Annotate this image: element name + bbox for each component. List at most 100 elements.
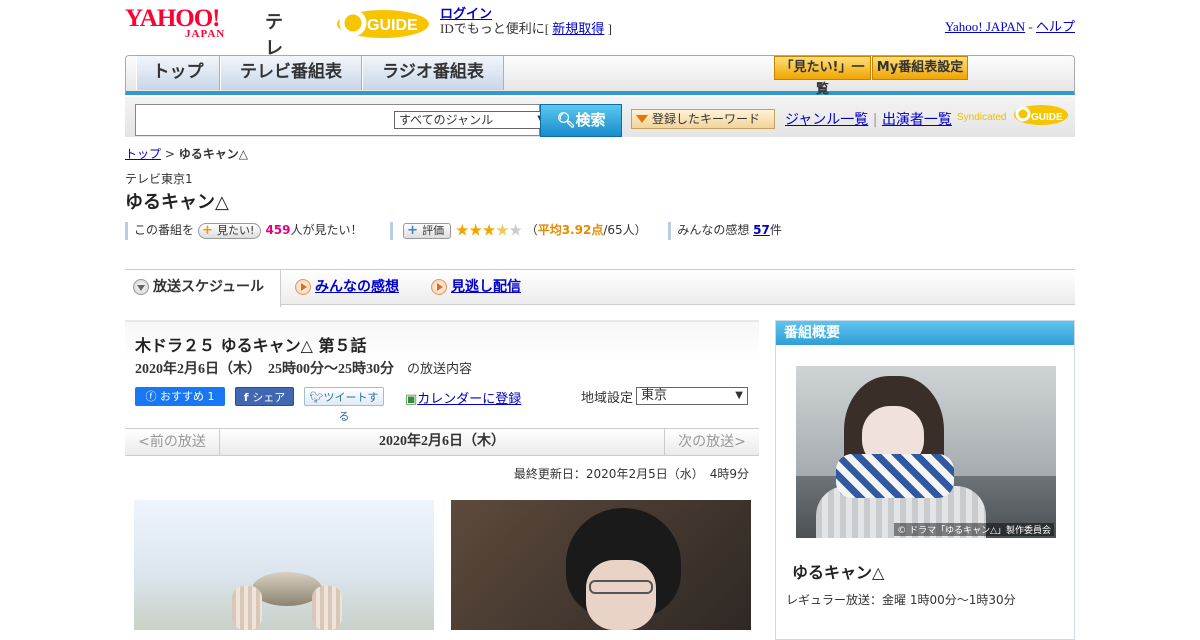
current-broadcast-date: 2020年2月6日（木） bbox=[379, 434, 505, 449]
page-title: ゆるキャン△ bbox=[125, 192, 229, 213]
want-button[interactable]: + 見たい! bbox=[198, 222, 262, 239]
genre-select[interactable]: すべてのジャンル ▼ bbox=[394, 111, 549, 129]
signup-link[interactable]: 新規取得 bbox=[552, 21, 604, 36]
last-updated: 最終更新日：2020年2月5日（水） 4時9分 bbox=[513, 467, 749, 481]
tab-catchup-label[interactable]: 見逃し配信 bbox=[451, 279, 521, 295]
tab-broadcast-schedule-label: 放送スケジュール bbox=[153, 279, 265, 295]
chevron-down-icon bbox=[133, 279, 149, 295]
saved-keywords-label: 登録したキーワード bbox=[652, 112, 761, 126]
rate-button[interactable]: + 評価 bbox=[403, 222, 452, 239]
image-copyright: © ドラマ「ゆるキャン△」製作委員会 bbox=[894, 523, 1054, 536]
search-icon: 🔍︎ bbox=[556, 111, 576, 129]
rating-votes: /65人） bbox=[603, 223, 647, 237]
want-button-label: 見たい! bbox=[217, 223, 255, 237]
gguide-logo-text: GUIDE bbox=[367, 17, 418, 34]
login-sub-prefix: IDでもっと便利に[ bbox=[440, 21, 553, 36]
breadcrumb-sep: > bbox=[161, 147, 179, 161]
top-links: Yahoo! JAPAN - ヘルプ bbox=[945, 16, 1075, 35]
rating-average: 平均3.92点 bbox=[537, 223, 604, 237]
breadcrumb-top-link[interactable]: トップ bbox=[125, 147, 161, 161]
facebook-share-button[interactable]: f シェア bbox=[235, 387, 294, 406]
genre-select-value: すべてのジャンル bbox=[399, 113, 494, 127]
chevron-down-icon: ▼ bbox=[735, 390, 743, 401]
facebook-icon: ⓕ bbox=[145, 390, 160, 403]
tab-reviews[interactable]: みんなの感想 bbox=[287, 270, 417, 306]
episode-date: 2020年2月6日（木） 25時00分～25時30分 bbox=[135, 362, 394, 377]
watchlist-button[interactable]: 「見たい!」一覧 bbox=[774, 56, 871, 97]
genre-list-link[interactable]: ジャンル一覧 bbox=[785, 112, 868, 128]
region-select[interactable]: 東京 ▼ bbox=[636, 387, 748, 405]
gguide-logo[interactable]: GUIDE bbox=[335, 6, 431, 40]
triangle-down-icon bbox=[636, 115, 648, 123]
header: YAHOO! JAPAN テレビ GUIDE ログイン IDでもっと便利に[ 新… bbox=[125, 0, 1075, 85]
review-suffix: 件 bbox=[769, 223, 782, 237]
tweet-button[interactable]: 🐦︎ツイートする bbox=[304, 387, 384, 423]
region-select-value: 東京 bbox=[641, 388, 668, 403]
tab-top[interactable]: トップ bbox=[136, 56, 220, 90]
login-link[interactable]: ログイン bbox=[440, 6, 492, 21]
facebook-share-label: シェア bbox=[252, 391, 286, 404]
page: YAHOO! JAPAN テレビ GUIDE ログイン IDでもっと便利に[ 新… bbox=[125, 0, 1075, 640]
episode-title: 木ドラ２５ ゆるキャン△ 第５話 bbox=[135, 336, 367, 355]
episode-date-line: 2020年2月6日（木） 25時00分～25時30分 の放送内容 bbox=[135, 358, 472, 378]
sidebar-heading: 番組概要 bbox=[776, 321, 1074, 345]
syndicated-gguide-text: GUIDE bbox=[1031, 112, 1063, 123]
cast-list-link[interactable]: 出演者一覧 bbox=[882, 112, 952, 128]
calendar-register[interactable]: ▣カレンダーに登録 bbox=[405, 388, 521, 407]
tab-reviews-label[interactable]: みんなの感想 bbox=[315, 279, 399, 295]
yahoo-tv-logo[interactable]: YAHOO! JAPAN テレビ bbox=[125, 6, 283, 85]
plus-icon: + bbox=[407, 222, 419, 238]
top-links-sep: - bbox=[1025, 19, 1036, 34]
prev-broadcast-link[interactable]: <前の放送 bbox=[125, 429, 220, 455]
tab-catchup[interactable]: 見逃し配信 bbox=[423, 270, 553, 306]
want-count: 459 bbox=[265, 223, 291, 237]
region-label: 地域設定 bbox=[581, 391, 634, 406]
login-sub-suffix: ] bbox=[604, 21, 612, 36]
review-count-link[interactable]: 57 bbox=[753, 223, 770, 237]
search-button-label: 検索 bbox=[575, 111, 606, 129]
episode-date-suffix: の放送内容 bbox=[407, 362, 473, 377]
review-prefix: みんなの感想 bbox=[677, 223, 750, 237]
want-suffix: 人が見たい！ bbox=[290, 223, 363, 237]
episode-photo-2[interactable] bbox=[451, 500, 751, 630]
twitter-bird-icon: 🐦︎ bbox=[309, 391, 324, 404]
japan-logo-text: JAPAN bbox=[185, 28, 226, 40]
my-schedule-button[interactable]: My番組表設定 bbox=[872, 56, 968, 80]
photo-face-shape bbox=[586, 560, 656, 630]
next-broadcast-link[interactable]: 次の放送> bbox=[664, 429, 759, 455]
facebook-like-label: おすすめ 1 bbox=[160, 390, 215, 403]
sidebar-program-title: ゆるキャン△ bbox=[792, 563, 885, 582]
photo-glove-shape bbox=[232, 586, 262, 630]
photo-glasses-shape bbox=[589, 580, 653, 594]
stat-divider bbox=[125, 221, 128, 240]
breadcrumb-current: ゆるキャン△ bbox=[178, 147, 248, 161]
rate-button-label: 評価 bbox=[422, 223, 445, 237]
want-prefix: この番組を bbox=[134, 223, 195, 237]
search-links-divider: | bbox=[872, 112, 878, 128]
plus-icon: + bbox=[202, 222, 213, 238]
yahoo-japan-link[interactable]: Yahoo! JAPAN bbox=[945, 19, 1025, 34]
rating-stars: ★★★★★ bbox=[455, 220, 523, 240]
calendar-add-icon: ▣ bbox=[405, 392, 418, 407]
search-button[interactable]: 🔍︎検索 bbox=[540, 104, 622, 137]
stat-divider bbox=[668, 221, 672, 240]
regular-broadcast-time: レギュラー放送：金曜 1時00分～1時30分 bbox=[786, 593, 1016, 607]
tab-radio-schedule[interactable]: ラジオ番組表 bbox=[362, 56, 504, 90]
login-area: ログイン IDでもっと便利に[ 新規取得 ] bbox=[440, 6, 612, 36]
facebook-like-button[interactable]: ⓕ おすすめ 1 bbox=[135, 387, 225, 406]
empty-star-icon: ★ bbox=[508, 220, 523, 240]
tab-broadcast-schedule[interactable]: 放送スケジュール bbox=[125, 270, 281, 307]
episode-panel: 木ドラ２５ ゆるキャン△ 第５話 2020年2月6日（木） 25時00分～25時… bbox=[125, 320, 759, 630]
search-links: ジャンル一覧 | 出演者一覧 bbox=[785, 109, 952, 129]
program-stats: この番組を + 見たい! 459人が見たい！ + 評価 ★★★★★ （平均3.92点/65… bbox=[125, 220, 1075, 240]
search-input[interactable]: すべてのジャンル ▼ bbox=[135, 104, 549, 136]
saved-keywords-button[interactable]: 登録したキーワード bbox=[631, 109, 775, 129]
tab-tv-schedule[interactable]: テレビ番組表 bbox=[220, 56, 362, 90]
calendar-register-link[interactable]: カレンダーに登録 bbox=[417, 392, 521, 407]
main-nav: トップ テレビ番組表 ラジオ番組表 「見たい!」一覧 My番組表設定 bbox=[125, 55, 1075, 97]
episode-photo-1[interactable] bbox=[134, 500, 434, 630]
help-link[interactable]: ヘルプ bbox=[1036, 19, 1075, 34]
program-key-image: © ドラマ「ゆるキャン△」製作委員会 bbox=[796, 366, 1056, 538]
episode-pager: <前の放送 2020年2月6日（木） 次の放送> bbox=[125, 428, 759, 456]
play-arrow-icon bbox=[431, 279, 447, 295]
